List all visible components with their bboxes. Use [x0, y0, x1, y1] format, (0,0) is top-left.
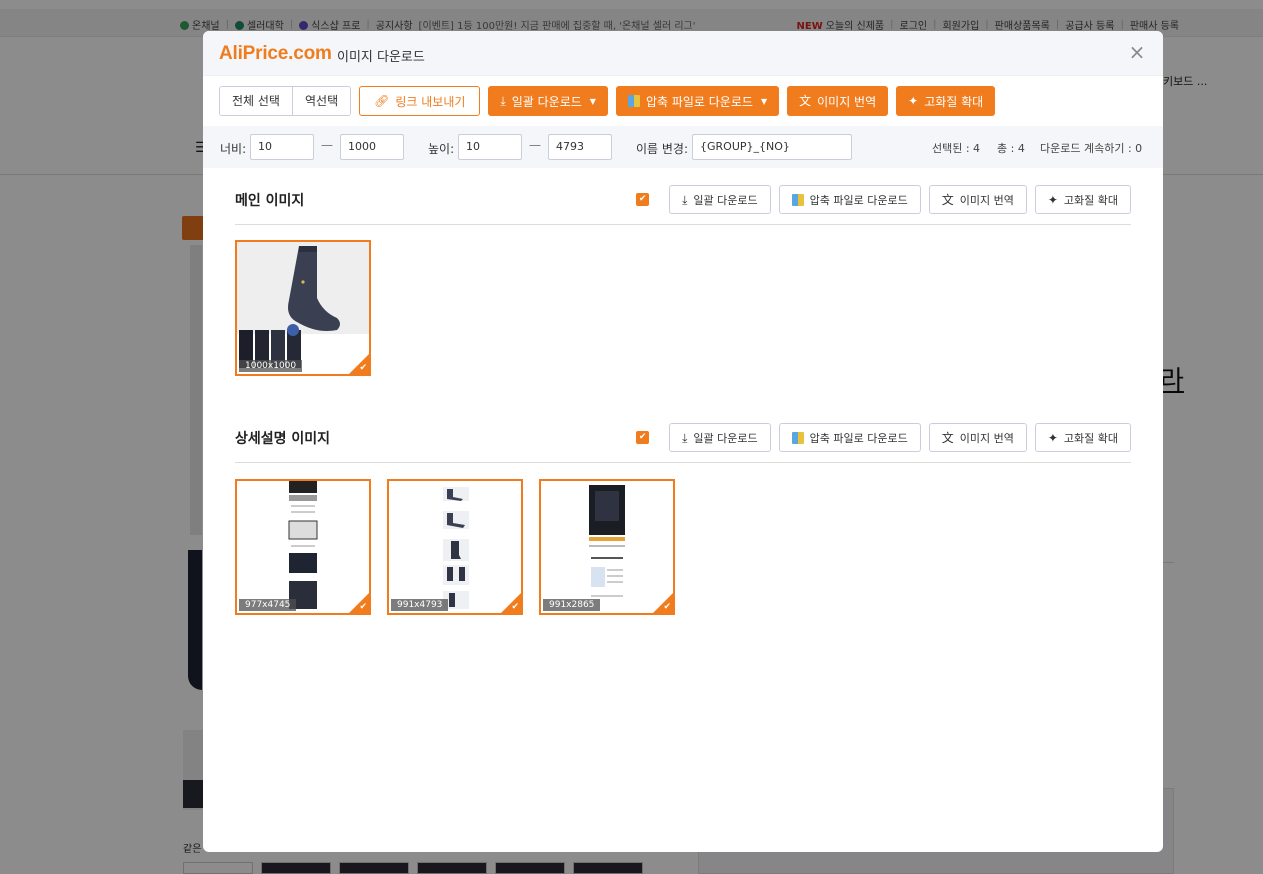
- image-tile[interactable]: 991x2865 ✔: [539, 479, 675, 615]
- section-actions: ✔ ⤓ 일괄 다운로드 압축 파일로 다운로드 文 이미지 번역 ✦ 고화질 확…: [636, 423, 1131, 452]
- section-upscale-button[interactable]: ✦ 고화질 확대: [1034, 423, 1131, 452]
- section-checkbox[interactable]: ✔: [636, 431, 650, 444]
- download-icon: ⤓: [682, 430, 688, 445]
- filter-bar: 너비: 10 — 1000 높이: 10 — 4793 이름 변경: {GROU…: [203, 126, 1163, 168]
- export-links-button[interactable]: 🔗︎ 링크 내보내기: [359, 86, 481, 116]
- image-download-modal: AliPrice.com 이미지 다운로드 × 전체 선택 역선택 🔗︎ 링크 …: [203, 31, 1163, 852]
- height-max-input[interactable]: 4793: [548, 134, 612, 160]
- magic-wand-icon: ✦: [1047, 430, 1058, 445]
- width-max-input[interactable]: 1000: [340, 134, 404, 160]
- select-all-button[interactable]: 전체 선택: [220, 87, 292, 115]
- height-label: 높이:: [428, 142, 455, 156]
- zip-icon: [627, 95, 640, 107]
- image-dimensions: 977x4745: [239, 599, 297, 611]
- range-dash: —: [321, 138, 333, 152]
- zip-icon: [791, 431, 804, 444]
- close-icon[interactable]: ×: [1125, 40, 1149, 64]
- zip-icon: [791, 193, 804, 206]
- magic-wand-icon: ✦: [908, 94, 919, 108]
- link-icon: 🔗︎: [374, 94, 390, 108]
- selected-count: 선택된 : 4: [932, 142, 981, 155]
- bulk-download-button[interactable]: ⤓ 일괄 다운로드 ▼: [488, 86, 608, 116]
- check-icon: ✔: [663, 602, 671, 612]
- check-icon: ✔: [359, 602, 367, 612]
- download-icon: ⤓: [500, 94, 506, 108]
- check-icon: ✔: [359, 363, 367, 373]
- main-image-grid: 1000x1000 ✔: [235, 240, 371, 376]
- translate-icon: 文: [799, 94, 812, 108]
- section-bulk-download-button[interactable]: ⤓ 일괄 다운로드: [669, 185, 771, 214]
- width-min-input[interactable]: 10: [250, 134, 314, 160]
- translate-icon: 文: [941, 192, 954, 207]
- magic-wand-icon: ✦: [1047, 192, 1058, 207]
- section-zip-download-button[interactable]: 압축 파일로 다운로드: [778, 423, 921, 452]
- image-dimensions: 991x4793: [391, 599, 449, 611]
- total-count: 총 : 4: [997, 142, 1025, 155]
- upscale-button[interactable]: ✦ 고화질 확대: [896, 86, 996, 116]
- selection-segment: 전체 선택 역선택: [219, 86, 352, 116]
- chevron-down-icon: ▼: [589, 96, 596, 106]
- invert-select-button[interactable]: 역선택: [291, 87, 351, 115]
- image-tile[interactable]: 1000x1000 ✔: [235, 240, 371, 376]
- height-min-input[interactable]: 10: [458, 134, 522, 160]
- translate-button[interactable]: 文 이미지 번역: [787, 86, 889, 116]
- section-title: 상세설명 이미지: [235, 431, 331, 447]
- modal-title: 이미지 다운로드: [337, 50, 425, 65]
- continue-download-count: 다운로드 계속하기 : 0: [1040, 142, 1143, 155]
- image-dimensions: 1000x1000: [239, 360, 303, 372]
- detail-image-grid: 977x4745 ✔ 991x4793 ✔ 991x2865 ✔: [235, 479, 675, 615]
- rename-label: 이름 변경:: [636, 142, 689, 156]
- section-translate-button[interactable]: 文 이미지 번역: [928, 185, 1027, 214]
- section-main-images: 메인 이미지 ✔ ⤓ 일괄 다운로드 압축 파일로 다운로드 文 이미지 번역 …: [235, 185, 1131, 225]
- section-title: 메인 이미지: [235, 193, 305, 209]
- image-tile[interactable]: 977x4745 ✔: [235, 479, 371, 615]
- modal-header: AliPrice.com 이미지 다운로드 ×: [203, 31, 1163, 76]
- section-actions: ✔ ⤓ 일괄 다운로드 압축 파일로 다운로드 文 이미지 번역 ✦ 고화질 확…: [636, 185, 1131, 214]
- modal-toolbar: 전체 선택 역선택 🔗︎ 링크 내보내기 ⤓ 일괄 다운로드 ▼ 압축 파일로 …: [219, 86, 996, 116]
- section-upscale-button[interactable]: ✦ 고화질 확대: [1034, 185, 1131, 214]
- section-zip-download-button[interactable]: 압축 파일로 다운로드: [778, 185, 921, 214]
- section-checkbox[interactable]: ✔: [636, 193, 650, 206]
- image-tile[interactable]: 991x4793 ✔: [387, 479, 523, 615]
- check-icon: ✔: [511, 602, 519, 612]
- image-dimensions: 991x2865: [543, 599, 601, 611]
- zip-download-button[interactable]: 압축 파일로 다운로드 ▼: [615, 86, 780, 116]
- section-translate-button[interactable]: 文 이미지 번역: [928, 423, 1027, 452]
- range-dash: —: [529, 138, 541, 152]
- section-bulk-download-button[interactable]: ⤓ 일괄 다운로드: [669, 423, 771, 452]
- chevron-down-icon: ▼: [760, 96, 768, 106]
- width-label: 너비:: [220, 142, 247, 156]
- section-detail-images: 상세설명 이미지 ✔ ⤓ 일괄 다운로드 압축 파일로 다운로드 文 이미지 번…: [235, 423, 1131, 463]
- aliprice-logo: AliPrice.com: [219, 43, 332, 64]
- rename-input[interactable]: {GROUP}_{NO}: [692, 134, 852, 160]
- translate-icon: 文: [941, 430, 954, 445]
- download-icon: ⤓: [682, 192, 688, 207]
